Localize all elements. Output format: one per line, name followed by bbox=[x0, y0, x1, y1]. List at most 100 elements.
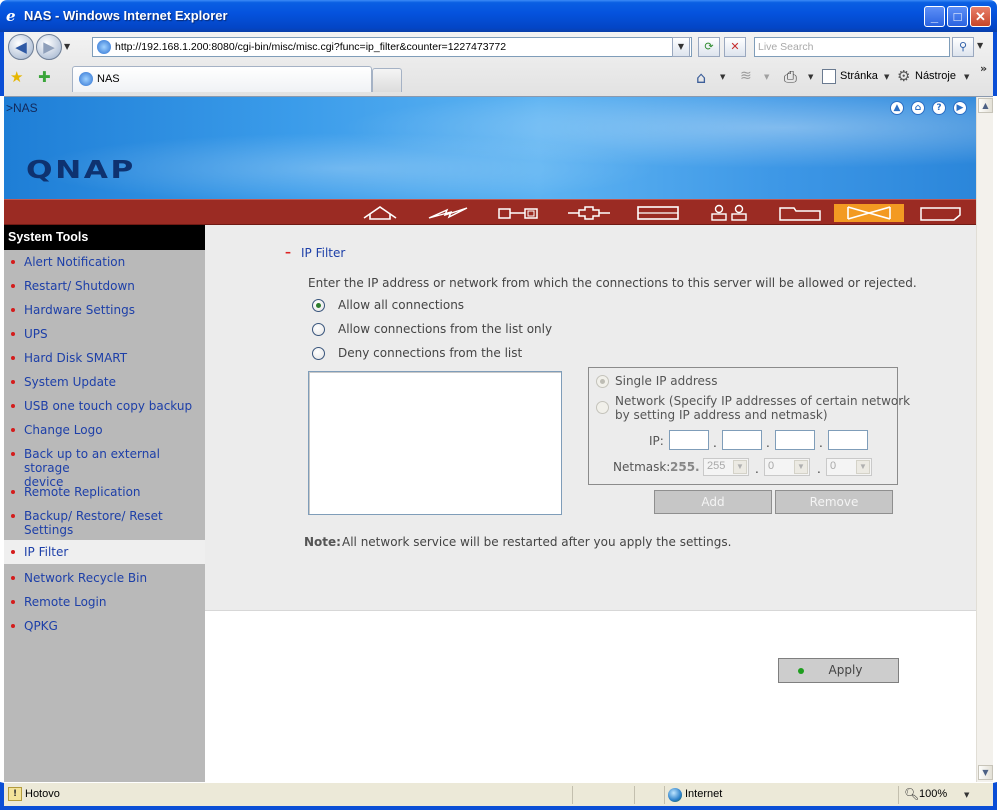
sidebar-item-remote-replication[interactable]: Remote Replication bbox=[4, 485, 205, 499]
sidebar-item-remote-login[interactable]: Remote Login bbox=[4, 595, 205, 609]
status-bar: ! Hotovo Internet 🔍︎ 100% ▼ bbox=[0, 782, 997, 810]
radio-deny-list-label: Deny connections from the list bbox=[338, 346, 523, 360]
sidebar-item-alert-notification[interactable]: Alert Notification bbox=[4, 255, 205, 269]
page-dropdown-icon[interactable]: ▼ bbox=[884, 73, 889, 81]
radio-allow-list[interactable] bbox=[312, 323, 325, 336]
help-icon[interactable]: ? bbox=[932, 101, 946, 115]
main-nav bbox=[4, 199, 976, 225]
search-input[interactable]: Live Search bbox=[754, 37, 950, 57]
netmask-octet-3-select[interactable]: 0 ▼ bbox=[764, 458, 810, 476]
home-dropdown-icon[interactable]: ▼ bbox=[720, 73, 725, 81]
home-small-icon[interactable]: ⌂ bbox=[911, 101, 925, 115]
ip-dot: . bbox=[713, 436, 717, 450]
back-button[interactable]: ◀ bbox=[8, 34, 34, 60]
tools-menu[interactable]: Nástroje bbox=[915, 70, 956, 82]
ip-list-box[interactable] bbox=[308, 371, 562, 515]
collapse-icon[interactable]: – bbox=[285, 245, 291, 259]
zoom-level[interactable]: 100% bbox=[919, 788, 947, 800]
chevron-down-icon: ▼ bbox=[794, 460, 808, 474]
nav-device-icon[interactable] bbox=[495, 204, 543, 222]
sidebar-item-external-backup[interactable]: Back up to an external storage device bbox=[4, 447, 205, 489]
new-tab-button[interactable] bbox=[372, 68, 402, 92]
ip-octet-1-input[interactable] bbox=[669, 430, 709, 450]
nav-folder-icon[interactable] bbox=[776, 204, 824, 222]
stop-icon[interactable]: ✕ bbox=[724, 37, 746, 57]
page-viewport: >NAS QNAP ▲ ⌂ ? ▶ System Tools Alert Not… bbox=[4, 96, 993, 782]
ip-dot: . bbox=[819, 436, 823, 450]
close-button[interactable]: ✕ bbox=[970, 6, 991, 27]
logout-icon[interactable]: ▶ bbox=[953, 101, 967, 115]
sidebar-item-ip-filter[interactable]: IP Filter bbox=[4, 540, 205, 564]
search-options-icon[interactable]: ▼ bbox=[977, 41, 983, 50]
nav-app-icon[interactable] bbox=[916, 204, 964, 222]
minimize-button[interactable]: _ bbox=[924, 6, 945, 27]
nav-network-icon[interactable] bbox=[425, 204, 473, 222]
address-bar[interactable]: http://192.168.1.200:8080/cgi-bin/misc/m… bbox=[92, 37, 692, 57]
nav-tools-icon[interactable] bbox=[834, 204, 904, 222]
apply-button[interactable]: Apply bbox=[778, 658, 899, 683]
scroll-up-icon[interactable]: ▲ bbox=[978, 98, 993, 113]
sidebar-item-network-recycle-bin[interactable]: Network Recycle Bin bbox=[4, 571, 205, 585]
ip-octet-2-input[interactable] bbox=[722, 430, 762, 450]
tools-gear-icon[interactable]: ⚙ bbox=[897, 67, 910, 85]
sidebar-item-usb-copy[interactable]: USB one touch copy backup bbox=[4, 399, 205, 413]
page-menu-icon[interactable] bbox=[822, 69, 836, 84]
sidebar-item-change-logo[interactable]: Change Logo bbox=[4, 423, 205, 437]
section-title: IP Filter bbox=[301, 246, 346, 260]
page-menu[interactable]: Stránka bbox=[840, 70, 878, 82]
refresh-icon[interactable]: ⟳ bbox=[698, 37, 720, 57]
print-dropdown-icon[interactable]: ▼ bbox=[808, 73, 813, 81]
bullet-icon bbox=[11, 550, 15, 554]
search-icon[interactable]: ⚲ bbox=[952, 37, 974, 57]
sidebar-item-backup-restore[interactable]: Backup/ Restore/ Reset Settings bbox=[4, 509, 205, 537]
sidebar-item-qpkg[interactable]: QPKG bbox=[4, 619, 205, 633]
vertical-scrollbar[interactable]: ▲ ▼ bbox=[976, 97, 993, 782]
toolbar-overflow-icon[interactable]: » bbox=[980, 62, 987, 75]
zoom-dropdown-icon[interactable]: ▼ bbox=[964, 791, 969, 799]
nav-home-icon[interactable] bbox=[356, 204, 404, 222]
nav-disk-icon[interactable] bbox=[634, 204, 682, 222]
ip-label: IP: bbox=[649, 434, 664, 448]
note-label: Note: bbox=[304, 535, 341, 549]
remove-button[interactable]: Remove bbox=[775, 490, 893, 514]
add-favorites-icon[interactable]: ✚ bbox=[38, 68, 51, 86]
netmask-octet-2-select[interactable]: 255 ▼ bbox=[703, 458, 749, 476]
radio-single-ip[interactable] bbox=[596, 375, 609, 388]
ip-octet-4-input[interactable] bbox=[828, 430, 868, 450]
nav-users-icon[interactable] bbox=[705, 204, 753, 222]
address-input[interactable]: http://192.168.1.200:8080/cgi-bin/misc/m… bbox=[115, 41, 506, 53]
maximize-button[interactable]: □ bbox=[947, 6, 968, 27]
zoom-icon[interactable]: 🔍︎ bbox=[904, 787, 919, 801]
up-icon[interactable]: ▲ bbox=[890, 101, 904, 115]
radio-allow-all[interactable] bbox=[312, 299, 325, 312]
add-button[interactable]: Add bbox=[654, 490, 772, 514]
feeds-dropdown-icon[interactable]: ▼ bbox=[764, 73, 769, 81]
feeds-icon[interactable]: ≋ bbox=[740, 68, 752, 84]
sidebar-item-restart-shutdown[interactable]: Restart/ Shutdown bbox=[4, 279, 205, 293]
chevron-down-icon: ▼ bbox=[856, 460, 870, 474]
ip-octet-3-input[interactable] bbox=[775, 430, 815, 450]
bullet-icon bbox=[11, 356, 15, 360]
forward-button[interactable]: ▶ bbox=[36, 34, 62, 60]
favorites-star-icon[interactable]: ★ bbox=[10, 68, 23, 86]
sidebar-item-hardware-settings[interactable]: Hardware Settings bbox=[4, 303, 205, 317]
qnap-logo: QNAP bbox=[26, 155, 136, 184]
home-icon[interactable]: ⌂ bbox=[696, 68, 706, 87]
sidebar-item-hard-disk-smart[interactable]: Hard Disk SMART bbox=[4, 351, 205, 365]
scroll-down-icon[interactable]: ▼ bbox=[978, 765, 993, 780]
tools-dropdown-icon[interactable]: ▼ bbox=[964, 73, 969, 81]
nav-plugin-icon[interactable] bbox=[565, 204, 613, 222]
bullet-icon bbox=[11, 404, 15, 408]
sidebar-item-ups[interactable]: UPS bbox=[4, 327, 205, 341]
print-icon[interactable]: ⎙ bbox=[784, 67, 797, 87]
radio-network[interactable] bbox=[596, 401, 609, 414]
note-text: All network service will be restarted af… bbox=[342, 535, 732, 549]
tab-nas[interactable]: NAS bbox=[72, 66, 372, 92]
history-dropdown-icon[interactable]: ▼ bbox=[64, 42, 70, 51]
status-text: Hotovo bbox=[25, 788, 60, 800]
netmask-octet-4-select[interactable]: 0 ▼ bbox=[826, 458, 872, 476]
sidebar-item-system-update[interactable]: System Update bbox=[4, 375, 205, 389]
radio-deny-list[interactable] bbox=[312, 347, 325, 360]
address-dropdown-icon[interactable]: ▼ bbox=[672, 37, 690, 57]
breadcrumb: >NAS bbox=[6, 101, 38, 115]
